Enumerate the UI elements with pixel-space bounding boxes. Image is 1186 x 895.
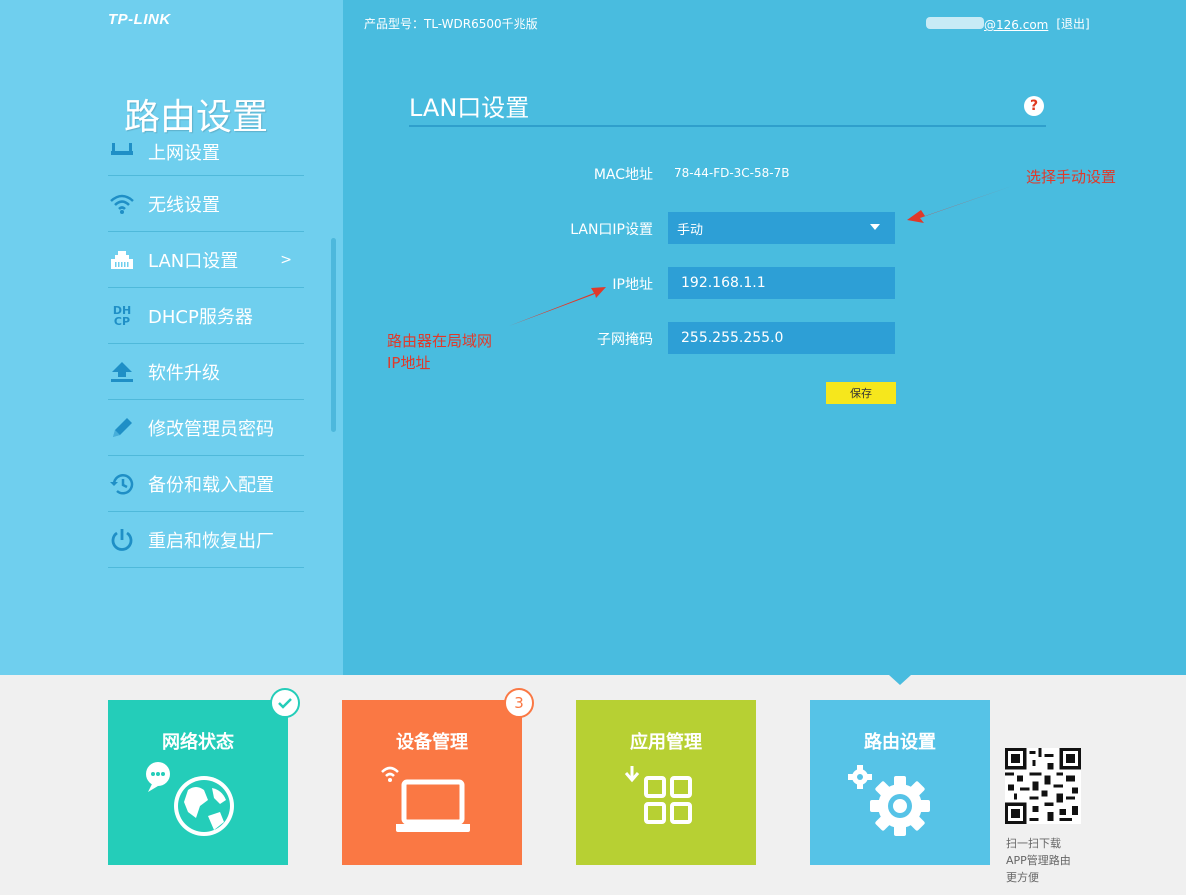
help-icon[interactable]: ? (1024, 96, 1044, 116)
tile-device-management[interactable]: 设备管理 (342, 700, 522, 865)
tile-label: 设备管理 (396, 732, 468, 753)
tile-app-management[interactable]: 应用管理 (576, 700, 756, 865)
history-icon (108, 470, 136, 498)
sidebar-item-reboot[interactable]: 重启和恢复出厂 (108, 512, 304, 568)
subnet-mask-field[interactable] (668, 322, 895, 354)
tile-label: 应用管理 (630, 732, 702, 753)
qr-caption-line1: 扫一扫下载 (1006, 837, 1061, 850)
qr-caption-line2: APP管理路由 (1006, 854, 1071, 867)
sidebar-menu: 上网设置 无线设置 LAN口设置 > DH CP DHCP服务器 软件升级 修改… (108, 120, 304, 570)
annotation-router-ip-line2: IP地址 (387, 354, 431, 372)
annotation-router-ip-line1: 路由器在局域网 (387, 332, 493, 350)
apps-grid-icon (624, 766, 692, 824)
account-email[interactable]: @126.com (926, 15, 1048, 32)
sidebar-item-wan[interactable]: 上网设置 (108, 120, 304, 176)
pencil-icon (108, 414, 136, 442)
check-icon (278, 698, 292, 709)
annotation-router-ip: 路由器在局域网 IP地址 (387, 330, 492, 374)
device-count-badge: 3 (504, 688, 534, 718)
sidebar-item-wireless[interactable]: 无线设置 (108, 176, 304, 232)
tile-label: 路由设置 (864, 732, 936, 753)
ip-address-field[interactable] (668, 267, 895, 299)
dhcp-icon: DH CP (108, 302, 136, 330)
tp-link-logo: TP-LINK (108, 11, 171, 28)
sidebar-item-backup[interactable]: 备份和载入配置 (108, 456, 304, 512)
gears-icon (848, 765, 930, 836)
status-ok-badge (270, 688, 300, 718)
account-bar: @126.com [退出] (926, 15, 1090, 32)
ip-address-input[interactable] (681, 275, 881, 291)
sidebar-item-label: 修改管理员密码 (148, 418, 274, 440)
lan-ip-mode-value: 手动 (677, 222, 704, 238)
upload-icon (108, 358, 136, 386)
mac-label: MAC地址 (593, 167, 653, 183)
wifi-icon (108, 190, 136, 218)
logout-link[interactable]: [退出] (1056, 15, 1089, 32)
qr-code-image (1005, 748, 1081, 824)
active-tile-pointer (889, 675, 911, 685)
sidebar: TP-LINK 路由设置 上网设置 无线设置 LAN口设置 > DH CP DH… (0, 0, 343, 675)
sidebar-item-upgrade[interactable]: 软件升级 (108, 344, 304, 400)
arrow-to-mode-select (907, 186, 1012, 223)
panel-title: LAN口设置 (409, 94, 530, 122)
wan-port-icon (108, 134, 136, 162)
power-icon (108, 526, 136, 554)
tile-router-settings[interactable]: 路由设置 (810, 700, 990, 865)
qr-caption: 扫一扫下载 APP管理路由 更方便 (1006, 835, 1096, 886)
sidebar-item-dhcp[interactable]: DH CP DHCP服务器 (108, 288, 304, 344)
globe-icon (146, 762, 234, 836)
main-panel: 产品型号：TL-WDR6500千兆版 @126.com [退出] LAN口设置 … (343, 0, 1186, 675)
tile-label: 网络状态 (162, 732, 234, 753)
tile-network-status[interactable]: 网络状态 (108, 700, 288, 865)
sidebar-item-password[interactable]: 修改管理员密码 (108, 400, 304, 456)
ip-address-label: IP地址 (612, 277, 653, 293)
dhcp-icon-text-bottom: CP (113, 314, 131, 328)
product-model: 产品型号：TL-WDR6500千兆版 (364, 17, 538, 31)
sidebar-scrollbar[interactable] (331, 238, 336, 432)
sidebar-item-label: 软件升级 (148, 362, 220, 384)
annotation-select-manual: 选择手动设置 (1026, 168, 1117, 186)
sidebar-item-label: 重启和恢复出厂 (148, 530, 274, 552)
chevron-right-icon: > (280, 251, 292, 268)
chevron-down-icon (870, 224, 880, 230)
sidebar-item-label: LAN口设置 (148, 250, 239, 272)
lan-port-icon (108, 246, 136, 274)
lan-ip-mode-label: LAN口IP设置 (570, 222, 653, 238)
sidebar-item-label: DHCP服务器 (148, 306, 253, 328)
title-divider (409, 125, 1046, 127)
qr-caption-line3: 更方便 (1006, 871, 1039, 884)
subnet-mask-input[interactable] (681, 330, 881, 346)
mac-value: 78-44-FD-3C-58-7B (674, 166, 790, 180)
sidebar-item-lan[interactable]: LAN口设置 > (108, 232, 304, 288)
sidebar-item-label: 无线设置 (148, 194, 220, 216)
subnet-mask-label: 子网掩码 (597, 332, 653, 348)
save-button[interactable]: 保存 (826, 382, 896, 404)
lan-ip-mode-select[interactable]: 手动 (668, 212, 895, 244)
laptop-icon (381, 766, 470, 832)
sidebar-item-label: 备份和载入配置 (148, 474, 274, 496)
sidebar-item-label: 上网设置 (148, 142, 220, 164)
email-suffix: @126.com (984, 18, 1049, 32)
